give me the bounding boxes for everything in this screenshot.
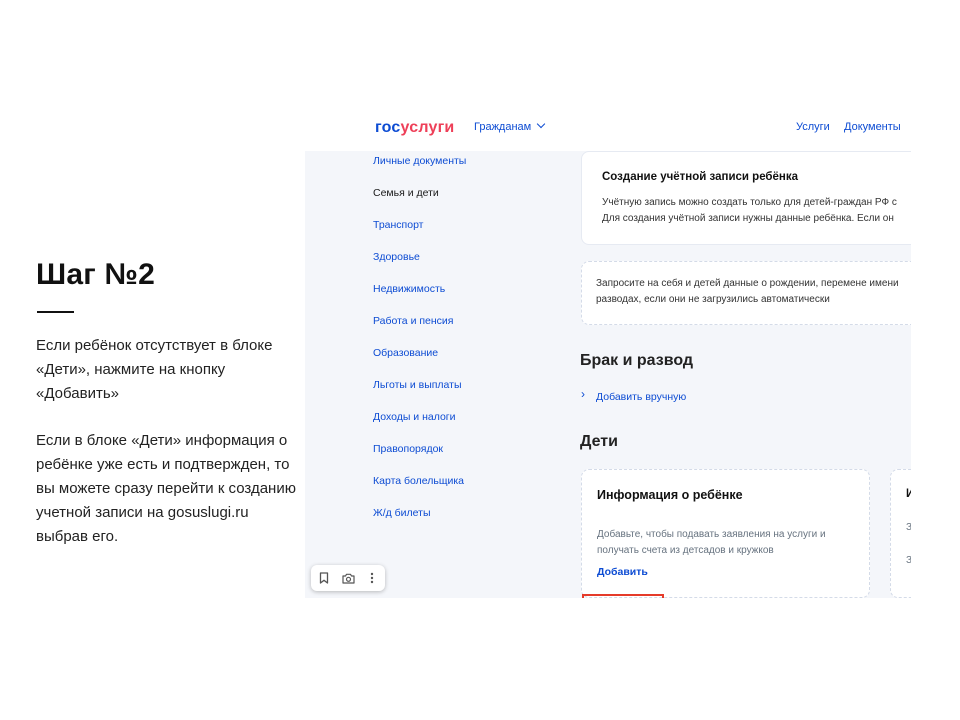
logo-part-gos: гос xyxy=(375,119,401,136)
citizens-menu[interactable]: Гражданам xyxy=(474,119,546,133)
request-data-text-2: разводах, если они не загрузились автома… xyxy=(596,294,830,305)
instruction-paragraph-1: Если ребёнок отсутствует в блоке «Дети»,… xyxy=(36,337,273,402)
sidebar-item-personal-documents[interactable]: Личные документы xyxy=(373,155,466,167)
more-vertical-icon[interactable] xyxy=(360,565,384,591)
child-card-partial-text-1: З xyxy=(906,522,911,533)
marriage-section-title: Брак и развод xyxy=(580,352,694,369)
request-data-card[interactable]: Запросите на себя и детей данные о рожде… xyxy=(581,261,911,325)
child-account-card[interactable]: Создание учётной записи ребёнка Учётную … xyxy=(581,151,911,245)
sidebar-item-fan-card[interactable]: Карта болельщика xyxy=(373,475,464,487)
sidebar-item-health[interactable]: Здоровье xyxy=(373,251,420,263)
sidebar-item-train-tickets[interactable]: Ж/д билеты xyxy=(373,507,431,519)
request-data-text-1: Запросите на себя и детей данные о рожде… xyxy=(596,278,899,289)
citizens-menu-label: Гражданам xyxy=(474,121,532,133)
child-info-title: Информация о ребёнке xyxy=(597,488,743,502)
gosuslugi-logo[interactable]: госуслуги xyxy=(375,119,454,137)
chevron-right-icon: › xyxy=(581,387,585,401)
camera-icon[interactable] xyxy=(336,565,360,591)
sidebar-item-work-pension[interactable]: Работа и пенсия xyxy=(373,315,453,327)
child-account-text-1: Учётную запись можно создать только для … xyxy=(602,197,897,208)
chevron-down-icon xyxy=(536,119,546,129)
step-title: Шаг №2 xyxy=(36,258,155,291)
add-manually-link[interactable]: Добавить вручную xyxy=(596,391,686,403)
sidebar-item-education[interactable]: Образование xyxy=(373,347,438,359)
sidebar-item-real-estate[interactable]: Недвижимость xyxy=(373,283,445,295)
sidebar-item-family-children[interactable]: Семья и дети xyxy=(373,187,439,199)
sidebar-item-transport[interactable]: Транспорт xyxy=(373,219,424,231)
bookmark-icon[interactable] xyxy=(312,565,336,591)
add-child-button[interactable]: Добавить xyxy=(597,566,648,578)
sidebar-item-benefits[interactable]: Льготы и выплаты xyxy=(373,379,462,391)
child-info-text-1: Добавьте, чтобы подавать заявления на ус… xyxy=(597,529,826,540)
sidebar-item-income-taxes[interactable]: Доходы и налоги xyxy=(373,411,455,423)
children-section-title: Дети xyxy=(580,433,618,450)
child-card-partial-text-2: З xyxy=(906,555,911,566)
child-info-card[interactable]: Информация о ребёнке Добавьте, чтобы под… xyxy=(581,469,870,598)
child-card-partial-title: И xyxy=(906,488,911,500)
sidebar-item-law[interactable]: Правопорядок xyxy=(373,443,443,455)
add-button-highlight xyxy=(582,594,664,598)
gosuslugi-screenshot: госуслуги Гражданам Услуги Документы Лич… xyxy=(305,108,911,598)
page-body: Личные документы Семья и дети Транспорт … xyxy=(305,151,911,598)
image-toolbar xyxy=(311,565,385,591)
child-account-text-2: Для создания учётной записи нужны данные… xyxy=(602,213,894,224)
title-underline xyxy=(37,311,74,313)
child-info-text-2: получать счета из детсадов и кружков xyxy=(597,545,774,556)
logo-part-uslugi: услуги xyxy=(400,119,455,136)
instruction-paragraph-2: Если в блоке «Дети» информация о ребёнке… xyxy=(36,432,296,545)
nav-link-services[interactable]: Услуги xyxy=(796,121,830,133)
child-card-partial[interactable]: И З З xyxy=(890,469,911,598)
nav-link-documents[interactable]: Документы xyxy=(844,121,901,133)
child-account-title: Создание учётной записи ребёнка xyxy=(602,171,799,183)
